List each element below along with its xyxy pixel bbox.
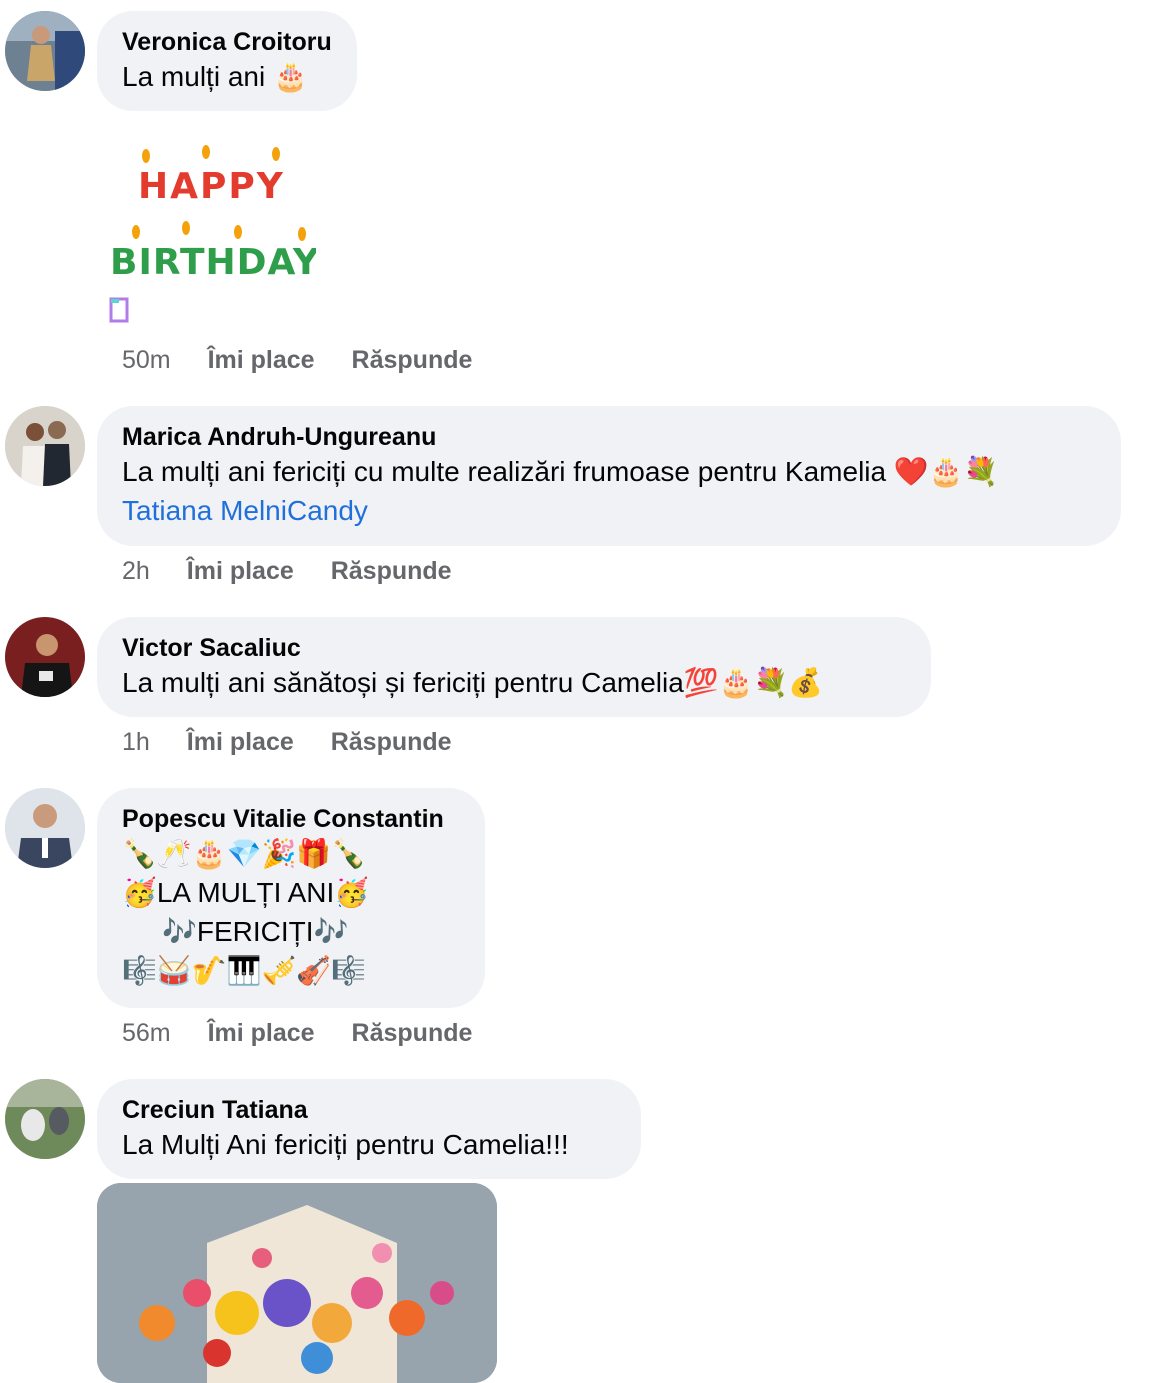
comment-time[interactable]: 50m — [122, 346, 171, 374]
avatar[interactable] — [5, 1079, 85, 1159]
comment-author[interactable]: Popescu Vitalie Constantin — [122, 804, 460, 834]
comment-text: La Mulți Ani fericiți pentru Camelia!!! — [122, 1129, 569, 1160]
comment-text: La mulți ani 🎂 — [122, 61, 308, 92]
like-button[interactable]: Îmi place — [208, 1019, 315, 1047]
avatar[interactable] — [5, 617, 85, 697]
like-button[interactable]: Îmi place — [187, 728, 294, 756]
comment-bubble: Veronica Croitoru La mulți ani 🎂 — [97, 11, 357, 111]
reply-button[interactable]: Răspunde — [352, 346, 473, 374]
comment-bubble: Popescu Vitalie Constantin 🍾🥂🎂💎🎉🎁🍾 🥳LA M… — [97, 788, 485, 1008]
gif-icon — [109, 297, 129, 323]
comment-time[interactable]: 56m — [122, 1019, 171, 1047]
comment-author[interactable]: Creciun Tatiana — [122, 1095, 616, 1125]
comment-bubble: Victor Sacaliuc La mulți ani sănătoși și… — [97, 617, 931, 717]
comment-bubble: Creciun Tatiana La Mulți Ani fericiți pe… — [97, 1079, 641, 1179]
mention-link[interactable]: Tatiana MelniCandy — [122, 491, 1096, 530]
comment-author[interactable]: Veronica Croitoru — [122, 27, 332, 57]
comment-text-line: 🍾🥂🎂💎🎉🎁🍾 — [122, 838, 367, 869]
comment-actions: 1h Îmi place Răspunde — [122, 728, 482, 757]
comment-actions: 50m Îmi place Răspunde — [122, 346, 502, 375]
like-button[interactable]: Îmi place — [208, 346, 315, 374]
reply-button[interactable]: Răspunde — [352, 1019, 473, 1047]
avatar[interactable] — [5, 11, 85, 91]
comment-actions: 2h Îmi place Răspunde — [122, 557, 482, 586]
comment-actions: 56m Îmi place Răspunde — [122, 1019, 502, 1048]
happy-birthday-sticker[interactable]: HAPPY BIRTHDAY — [106, 140, 316, 290]
flowers-image[interactable] — [97, 1183, 497, 1383]
comment-text: La mulți ani fericiți cu multe realizări… — [122, 456, 999, 487]
reply-button[interactable]: Răspunde — [331, 557, 452, 585]
sticker-word-birthday: BIRTHDAY — [110, 242, 316, 283]
avatar[interactable] — [5, 406, 85, 486]
comment-text-line: 🎼🥁🎷🎹🎺🎻🎼 — [122, 955, 367, 986]
avatar[interactable] — [5, 788, 85, 868]
comment-time[interactable]: 2h — [122, 557, 150, 585]
comment-text-line: 🥳LA MULȚI ANI🥳 — [122, 877, 370, 908]
comment-bubble: Marica Andruh-Ungureanu La mulți ani fer… — [97, 406, 1121, 546]
like-button[interactable]: Îmi place — [187, 557, 294, 585]
comment-text-line: 🎶FERICIȚI🎶 — [162, 916, 349, 947]
sticker-word-happy: HAPPY — [138, 166, 285, 207]
comment-author[interactable]: Marica Andruh-Ungureanu — [122, 422, 1096, 452]
comment-time[interactable]: 1h — [122, 728, 150, 756]
comment-author[interactable]: Victor Sacaliuc — [122, 633, 906, 663]
comment-text: La mulți ani sănătoși și fericiți pentru… — [122, 667, 824, 698]
reply-button[interactable]: Răspunde — [331, 728, 452, 756]
